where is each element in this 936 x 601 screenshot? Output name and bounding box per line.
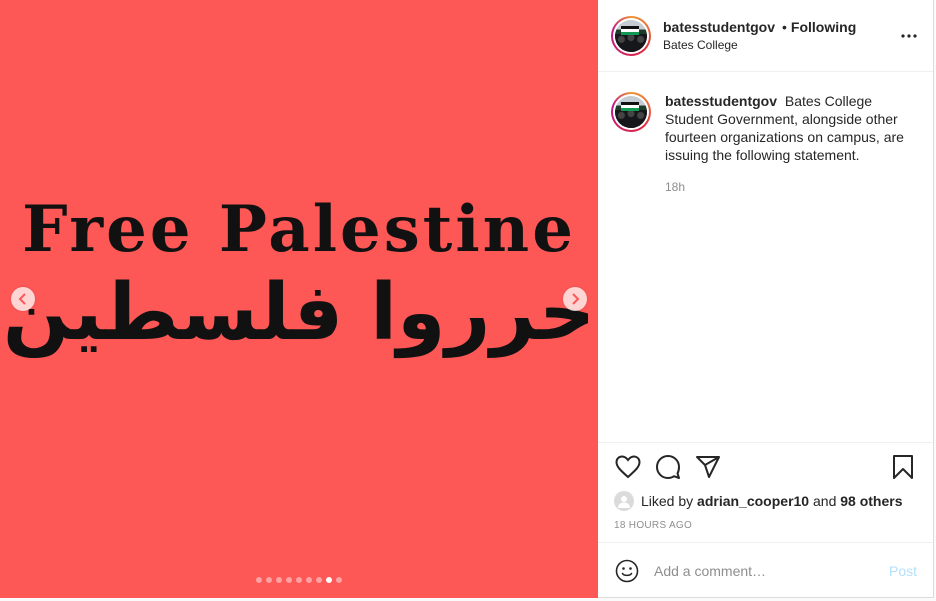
caption-avatar[interactable] xyxy=(611,92,651,132)
carousel-next-button[interactable] xyxy=(563,287,587,311)
carousel-dot xyxy=(306,577,312,583)
post-header: batesstudentgov • Following Bates Colleg… xyxy=(598,0,933,72)
header-username[interactable]: batesstudentgov xyxy=(663,19,775,35)
carousel-dot xyxy=(266,577,272,583)
post-comment-button[interactable]: Post xyxy=(889,563,917,579)
save-button[interactable] xyxy=(889,453,917,481)
headline-english: Free Palestine xyxy=(22,192,576,267)
carousel-dot xyxy=(326,577,332,583)
post-media[interactable]: Free Palestine حرروا فلسطين xyxy=(0,0,598,598)
user-icon xyxy=(618,496,630,508)
heart-icon xyxy=(615,455,641,479)
likes-summary: Liked by adrian_cooper10 and 98 others xyxy=(614,491,917,511)
carousel-dot xyxy=(276,577,282,583)
more-icon xyxy=(901,34,917,38)
caption-username[interactable]: batesstudentgov xyxy=(665,93,777,109)
carousel-prev-button[interactable] xyxy=(11,287,35,311)
carousel-dot xyxy=(316,577,322,583)
avatar[interactable] xyxy=(611,15,651,56)
bookmark-icon xyxy=(893,455,913,479)
caption: batesstudentgov Bates College Student Go… xyxy=(598,72,933,196)
carousel-dot xyxy=(286,577,292,583)
like-button[interactable] xyxy=(614,453,642,481)
comment-icon xyxy=(656,455,680,479)
headline-arabic: حرروا فلسطين xyxy=(2,268,596,358)
carousel-indicator xyxy=(0,577,598,583)
liker-avatar[interactable] xyxy=(614,491,634,511)
chevron-right-icon xyxy=(572,293,580,305)
separator-dot: • xyxy=(782,19,787,35)
following-button[interactable]: Following xyxy=(791,19,856,35)
emoji-icon xyxy=(615,559,639,582)
share-icon xyxy=(696,456,720,478)
action-bar: Liked by adrian_cooper10 and 98 others 1… xyxy=(598,442,933,542)
carousel-dot xyxy=(296,577,302,583)
caption-time: 18h xyxy=(665,180,686,194)
post-timestamp: 18 HOURS AGO xyxy=(614,520,693,531)
comment-bar: Post xyxy=(598,542,933,598)
liker-username[interactable]: adrian_cooper10 xyxy=(697,493,809,509)
comment-input[interactable] xyxy=(654,562,869,579)
more-options-button[interactable] xyxy=(897,24,921,48)
likes-others-link[interactable]: 98 others xyxy=(840,493,902,509)
post-sidebar: batesstudentgov • Following Bates Colleg… xyxy=(598,0,934,598)
likes-prefix: Liked by xyxy=(641,493,694,509)
chevron-left-icon xyxy=(18,293,26,305)
emoji-button[interactable] xyxy=(614,558,640,584)
carousel-dot xyxy=(336,577,342,583)
comment-button[interactable] xyxy=(654,453,682,481)
location-link[interactable]: Bates College xyxy=(663,38,856,52)
likes-connector: and xyxy=(813,493,837,509)
carousel-dot xyxy=(256,577,262,583)
share-button[interactable] xyxy=(694,453,722,481)
